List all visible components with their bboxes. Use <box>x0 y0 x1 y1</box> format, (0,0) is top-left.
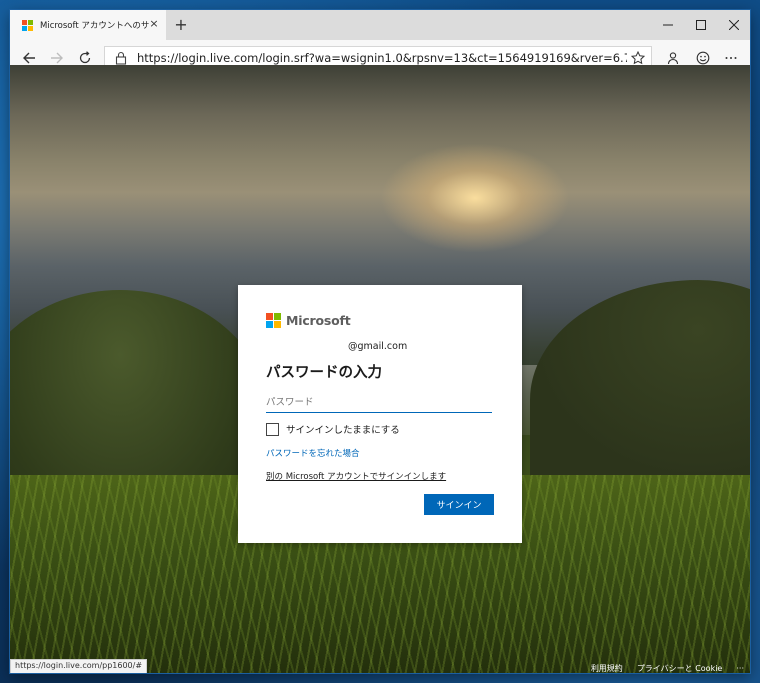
microsoft-logo-icon <box>266 313 281 328</box>
browser-window: Microsoft アカウントへのサインイン × + htt <box>10 10 750 673</box>
login-card: Microsoft @gmail.com パスワードの入力 サインインしたままに… <box>238 285 522 543</box>
footer-more-button[interactable]: ··· <box>736 664 744 673</box>
other-account-link[interactable]: 別の Microsoft アカウントでサインインします <box>266 470 446 482</box>
favorite-star-icon[interactable] <box>631 51 645 65</box>
back-arrow-icon <box>23 52 35 64</box>
account-identity: @gmail.com <box>348 341 408 352</box>
keep-signed-in-option[interactable]: サインインしたままにする <box>266 422 400 436</box>
forgot-password-link[interactable]: パスワードを忘れた場合 <box>266 447 360 459</box>
minimize-button[interactable] <box>651 10 684 40</box>
new-tab-button[interactable]: + <box>172 15 190 35</box>
url-text: https://login.live.com/login.srf?wa=wsig… <box>137 51 627 65</box>
tab-title: Microsoft アカウントへのサインイン <box>40 21 150 31</box>
terms-link[interactable]: 利用規約 <box>591 663 623 673</box>
page-title: パスワードの入力 <box>266 365 382 381</box>
password-input[interactable] <box>266 393 492 413</box>
window-controls <box>651 10 750 40</box>
keep-signed-in-checkbox[interactable] <box>266 422 279 436</box>
refresh-icon <box>79 51 91 64</box>
forward-arrow-icon <box>51 52 63 64</box>
keep-signed-in-label[interactable]: サインインしたままにする <box>286 422 400 436</box>
sunset-glow <box>380 143 570 253</box>
tab-bar: Microsoft アカウントへのサインイン × + <box>10 10 750 40</box>
close-window-button[interactable] <box>717 10 750 40</box>
signin-button[interactable]: サインイン <box>424 494 494 515</box>
person-icon <box>667 52 679 65</box>
microsoft-logo: Microsoft <box>266 313 351 328</box>
logo-text: Microsoft <box>286 313 351 328</box>
microsoft-favicon-icon <box>22 19 33 31</box>
close-icon <box>728 20 739 30</box>
hill-right <box>530 280 750 480</box>
tab-signin[interactable]: Microsoft アカウントへのサインイン × <box>10 10 166 40</box>
close-tab-icon[interactable]: × <box>148 18 160 30</box>
smiley-icon <box>696 51 710 65</box>
lock-icon <box>115 51 127 65</box>
footer-links: 利用規約 プライバシーと Cookie ··· <box>577 663 744 673</box>
minimize-icon <box>662 24 673 26</box>
privacy-link[interactable]: プライバシーと Cookie <box>637 663 723 673</box>
maximize-icon <box>695 20 706 30</box>
status-bar-url: https://login.live.com/pp1600/# <box>10 659 148 673</box>
page-content: Microsoft @gmail.com パスワードの入力 サインインしたままに… <box>10 65 750 673</box>
maximize-button[interactable] <box>684 10 717 40</box>
ellipsis-icon <box>725 57 737 59</box>
